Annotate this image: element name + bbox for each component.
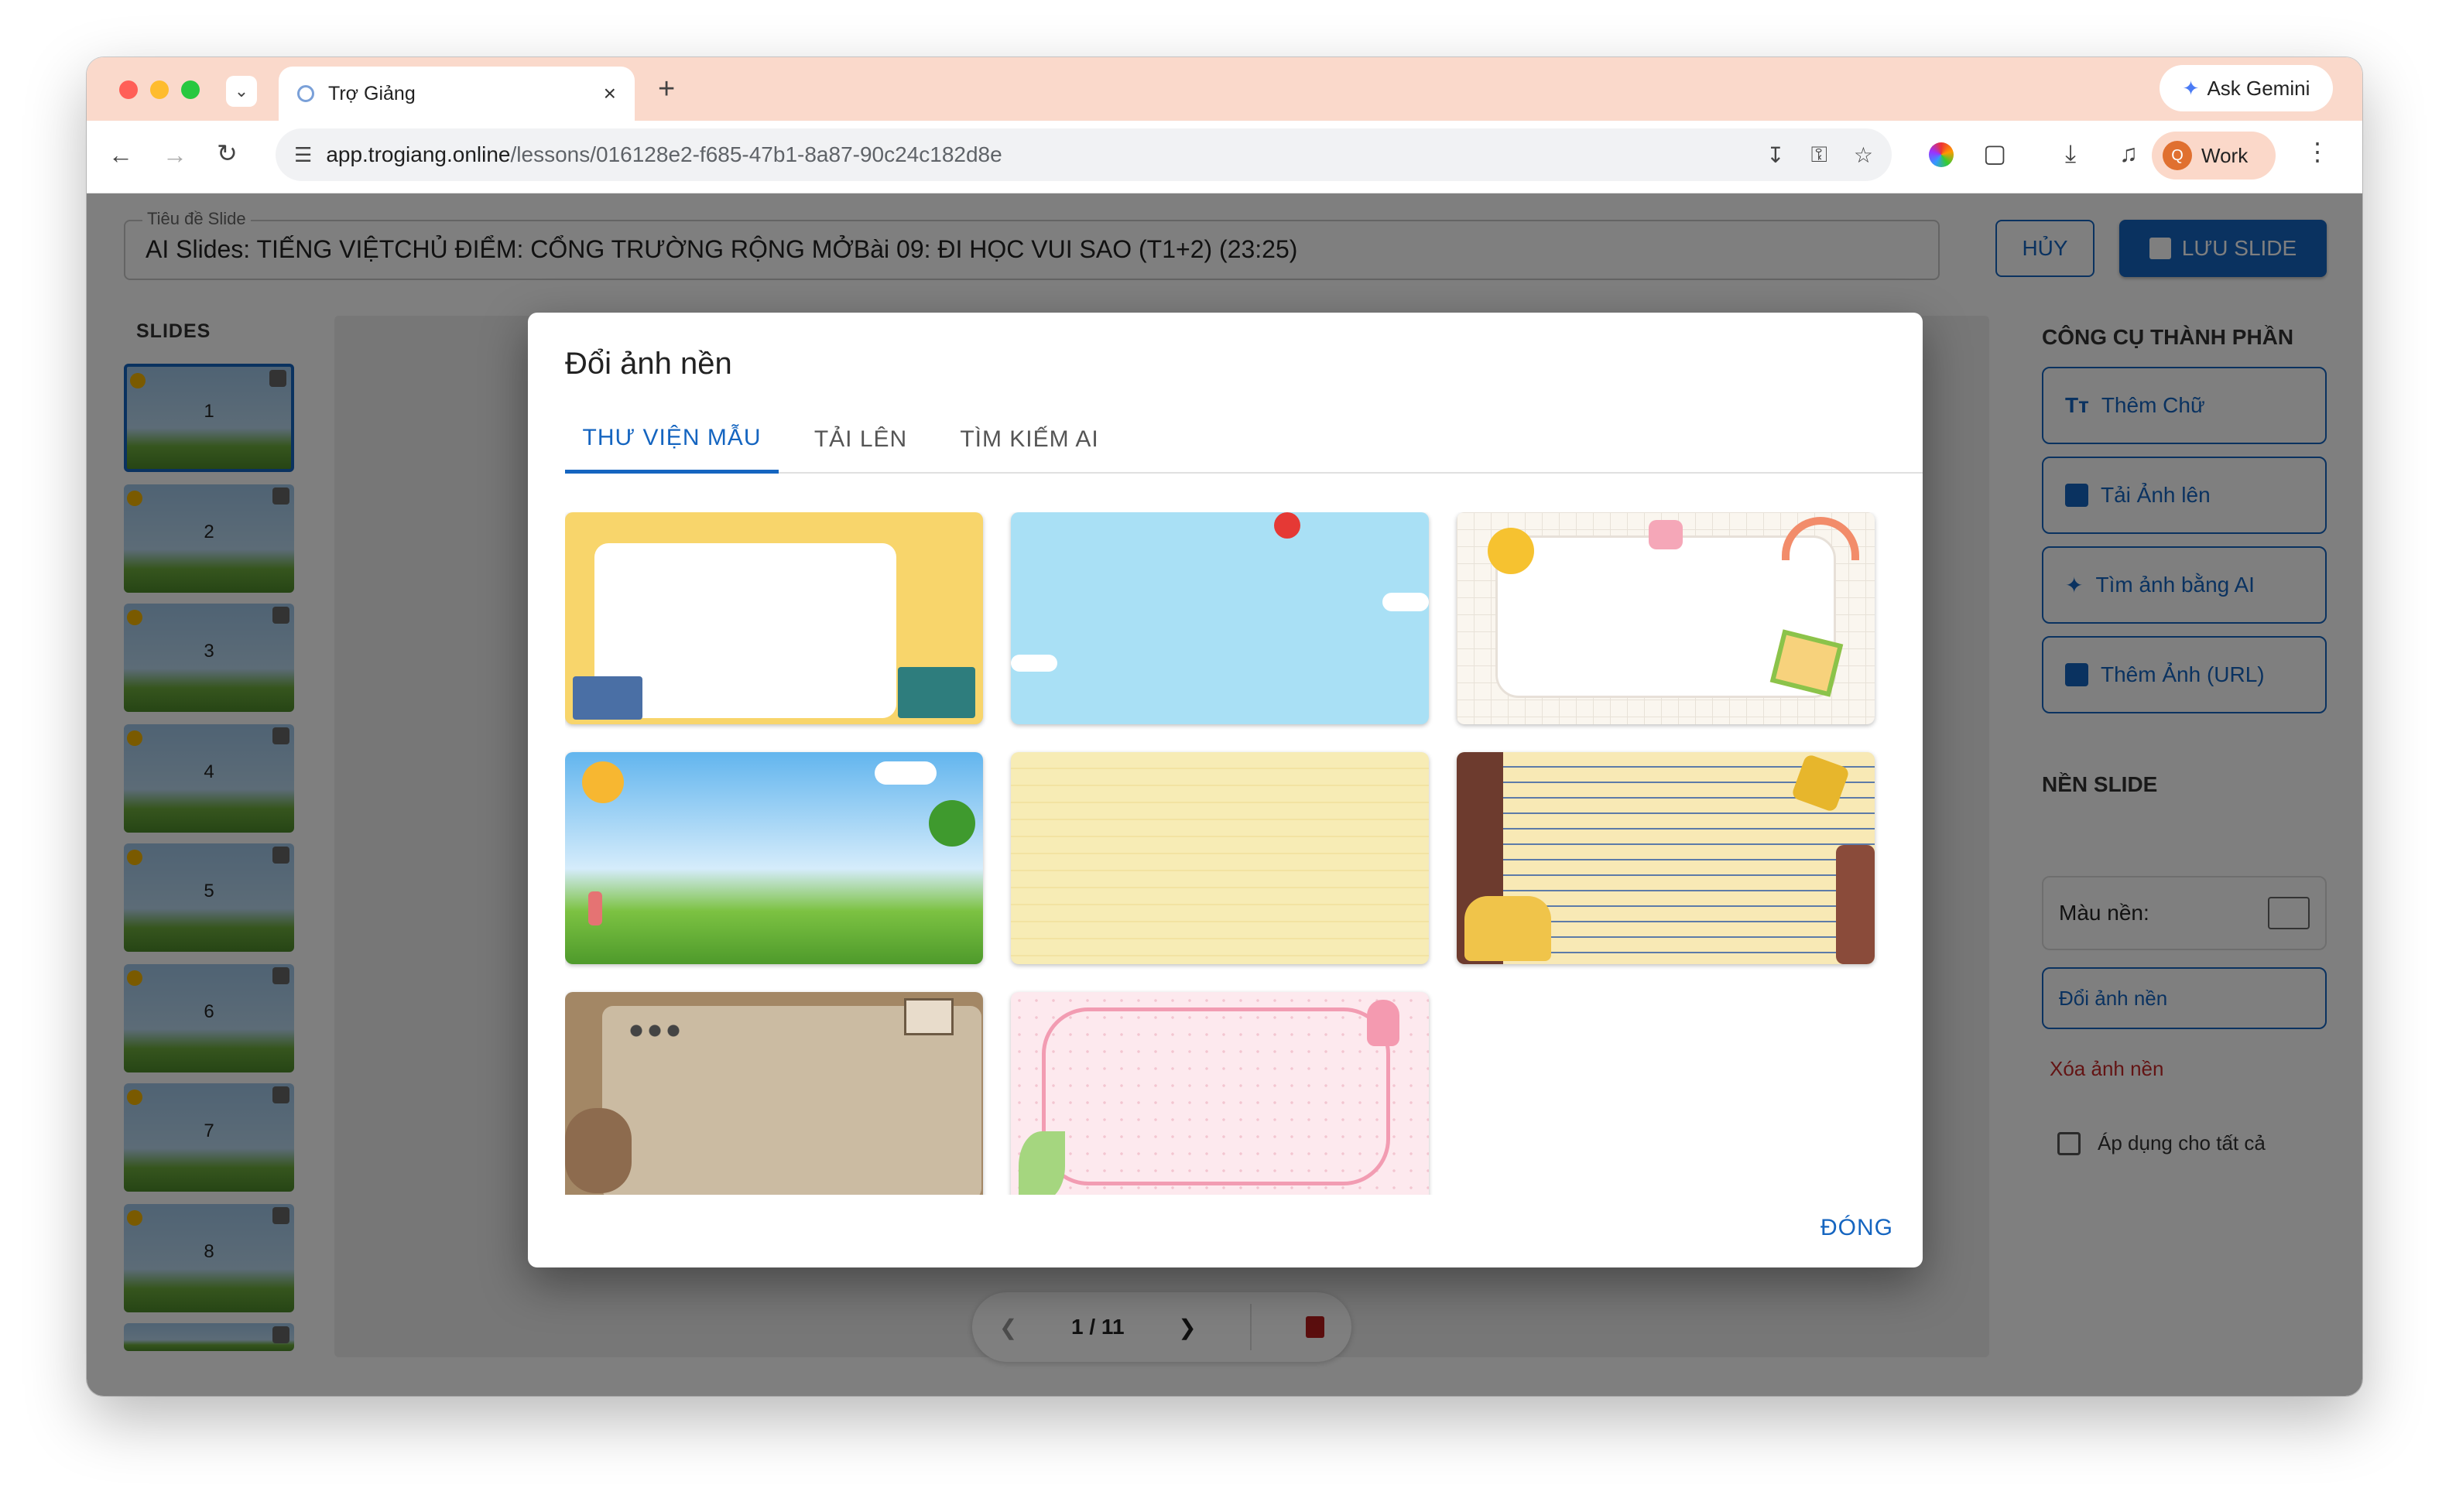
browser-window: ⌄ Trợ Giảng × + ✦ Ask Gemini ← → ↻ ☰ app…: [87, 57, 2362, 1396]
cloud-illustration: [1382, 593, 1429, 611]
rainbow-illustration: [1782, 517, 1859, 560]
tulip-illustration: [1367, 1000, 1399, 1046]
dialog-title: Đổi ảnh nền: [565, 347, 732, 381]
change-background-dialog: Đổi ảnh nền THƯ VIỆN MẪU TẢI LÊN TÌM KIẾ…: [528, 313, 1923, 1267]
tree-illustration: [929, 800, 975, 847]
close-dialog-button[interactable]: ĐÓNG: [1820, 1215, 1893, 1241]
cloud-illustration: [875, 761, 937, 785]
flower-border-illustration: [1836, 845, 1875, 964]
tab-template-library[interactable]: THƯ VIỆN MẪU: [565, 405, 779, 474]
hot-air-balloon-illustration: [1274, 512, 1300, 539]
heart-illustration: [1649, 520, 1683, 549]
tab-upload[interactable]: TẢI LÊN: [790, 405, 932, 474]
bear-illustration: [565, 1108, 632, 1193]
background-template[interactable]: [1011, 752, 1429, 964]
cloud-frame-shape: [1042, 1007, 1390, 1185]
template-grid: [565, 512, 1886, 1195]
background-template[interactable]: [565, 752, 983, 964]
background-template[interactable]: [565, 992, 983, 1195]
star-illustration: [1790, 753, 1851, 813]
background-template[interactable]: [1457, 752, 1875, 964]
envelope-illustration: [904, 998, 954, 1035]
sun-illustration: [582, 761, 624, 803]
cloud-illustration: [1011, 655, 1057, 672]
modal-backdrop-top[interactable]: [87, 57, 2362, 193]
desk-illustration: [898, 667, 975, 718]
background-template[interactable]: [1011, 512, 1429, 724]
sun-illustration: [1488, 528, 1534, 574]
dialog-tabs: THƯ VIỆN MẪU TẢI LÊN TÌM KIẾM AI: [565, 405, 1923, 474]
girl-illustration: [588, 891, 602, 925]
background-template[interactable]: [1011, 992, 1429, 1195]
books-illustration: [573, 676, 642, 720]
dots-decoration: [627, 1025, 683, 1037]
background-template[interactable]: [565, 512, 983, 724]
leaf-illustration: [1019, 1131, 1065, 1195]
cat-illustration: [1464, 896, 1551, 961]
background-template[interactable]: [1457, 512, 1875, 724]
tab-ai-search[interactable]: TÌM KIẾM AI: [944, 405, 1115, 474]
